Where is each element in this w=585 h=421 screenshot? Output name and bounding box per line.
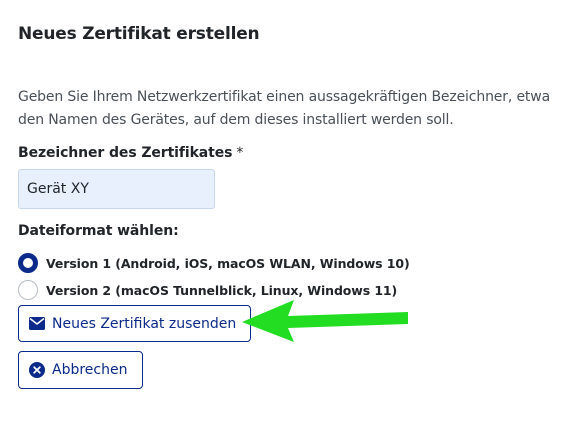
radio-button-checked[interactable] <box>18 253 38 273</box>
format-option-version-1[interactable]: Version 1 (Android, iOS, macOS WLAN, Win… <box>18 253 410 273</box>
send-certificate-button[interactable]: Neues Zertifikat zusenden <box>18 305 251 342</box>
envelope-icon <box>29 317 45 330</box>
file-format-label: Dateiformat wählen: <box>18 223 179 239</box>
certificate-name-label-text: Bezeichner des Zertifikates <box>18 145 233 161</box>
format-option-label: Version 2 (macOS Tunnelblick, Linux, Win… <box>46 282 398 298</box>
send-button-label: Neues Zertifikat zusenden <box>52 315 237 332</box>
page-description: Geben Sie Ihrem Netzwerkzertifikat einen… <box>18 89 550 128</box>
format-option-version-2[interactable]: Version 2 (macOS Tunnelblick, Linux, Win… <box>18 280 397 300</box>
page-title: Neues Zertifikat erstellen <box>18 24 260 44</box>
cancel-button[interactable]: Abbrechen <box>18 351 143 389</box>
required-marker: * <box>236 145 244 161</box>
format-option-label: Version 1 (Android, iOS, macOS WLAN, Win… <box>46 255 410 271</box>
certificate-name-input[interactable] <box>18 169 215 209</box>
close-circle-icon <box>29 362 45 378</box>
certificate-name-label: Bezeichner des Zertifikates * <box>18 145 243 161</box>
annotation-arrow-icon <box>242 300 408 342</box>
radio-button-unchecked[interactable] <box>18 280 38 300</box>
cancel-button-label: Abbrechen <box>52 362 128 378</box>
